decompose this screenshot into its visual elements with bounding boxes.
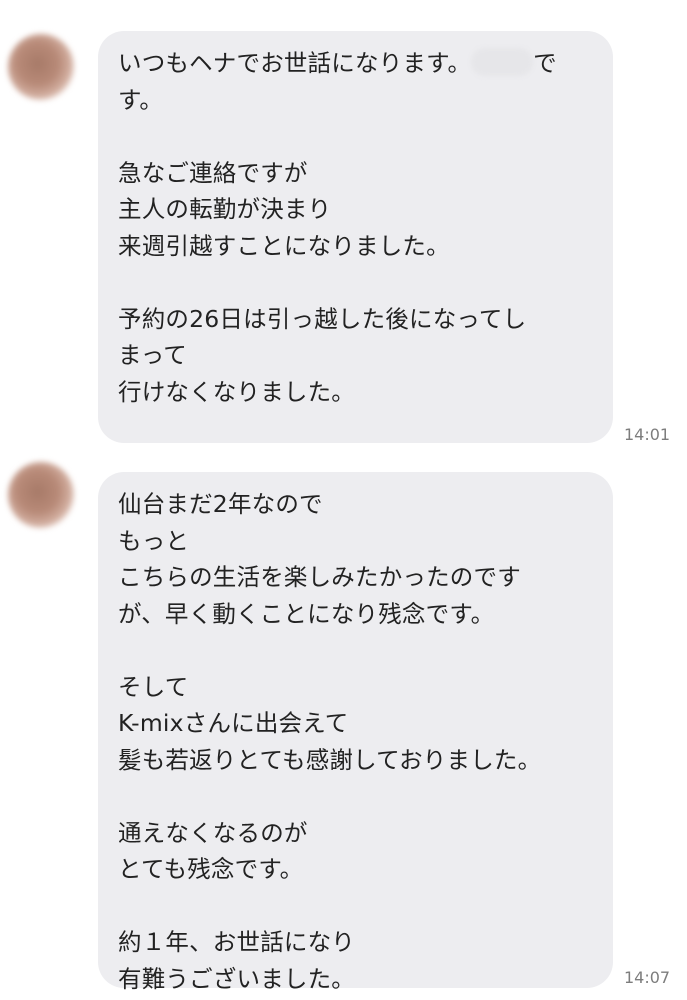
- message-line: 仙台まだ2年なので: [118, 490, 323, 518]
- message-line: いつもヘナでお世話になります。で: [118, 48, 557, 77]
- message-line: [118, 118, 593, 155]
- message-line: 予約の26日は引っ越した後になってし: [118, 304, 527, 333]
- message-line: 来週引越すことになりました。: [118, 231, 450, 260]
- redacted-name: [471, 48, 534, 76]
- message-line: 髪も若返りとても感謝しておりました。: [118, 745, 542, 774]
- message-line: とても残念です。: [118, 855, 304, 883]
- message-line: [118, 778, 593, 815]
- message-line: こちらの生活を楽しみたかったのです: [118, 563, 521, 591]
- avatar[interactable]: [8, 462, 74, 528]
- message-bubble[interactable]: いつもヘナでお世話になります。で す。 急なご連絡ですが 主人の転勤が決まり 来…: [98, 31, 613, 443]
- message-line: もっと: [118, 526, 190, 555]
- message-line: が、早く動くことになり残念です。: [118, 599, 495, 628]
- message-line: 主人の転勤が決まり: [118, 195, 332, 223]
- message-line: 約１年、お世話になり: [118, 928, 355, 956]
- avatar[interactable]: [8, 34, 74, 100]
- message-line: そして: [118, 672, 189, 701]
- message-line: K-mixさんに出会えて: [118, 709, 349, 737]
- message-line: [118, 888, 593, 925]
- message-bubble[interactable]: 仙台まだ2年なので もっと こちらの生活を楽しみたかったのです が、早く動くこと…: [98, 472, 613, 993]
- message-line: 有難うございました。: [118, 964, 355, 993]
- message-line: [118, 632, 593, 669]
- message-line: 急なご連絡ですが: [118, 158, 308, 187]
- message-line: 通えなくなるのが: [118, 818, 308, 847]
- message-line: す。: [118, 85, 164, 114]
- message-line: [118, 264, 593, 301]
- message-line: まって: [118, 341, 187, 369]
- message-timestamp: 14:01: [624, 425, 671, 444]
- message-line: 行けなくなりました。: [118, 377, 355, 406]
- message-timestamp: 14:07: [624, 968, 671, 987]
